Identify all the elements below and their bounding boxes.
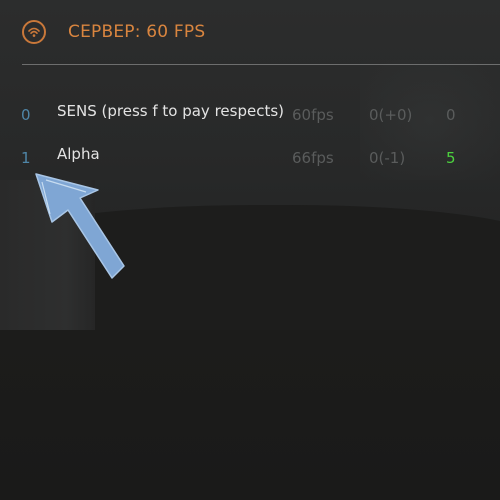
player-row[interactable]: 0 SENS (press f to pay respects) 60fps 0… [0,102,500,130]
scoreboard-header: СЕРВЕР: 60 FPS [22,20,205,44]
arrow-pointer-icon [35,173,125,279]
player-fps: 60fps [292,106,334,124]
player-index: 0 [21,106,31,124]
player-delta: 0(-1) [369,149,406,167]
player-fps: 66fps [292,149,334,167]
player-name: Alpha [57,145,100,163]
player-name: SENS (press f to pay respects) [57,102,285,120]
background-floor [0,330,500,500]
player-delta: 0(+0) [369,106,413,124]
server-fps-label: СЕРВЕР: 60 FPS [68,22,206,42]
player-index: 1 [21,149,31,167]
player-score: 5 [446,149,456,167]
header-divider [22,64,500,65]
wifi-icon [22,20,46,44]
game-viewport: СЕРВЕР: 60 FPS 0 SENS (press f to pay re… [0,0,500,500]
player-score: 0 [446,106,456,124]
